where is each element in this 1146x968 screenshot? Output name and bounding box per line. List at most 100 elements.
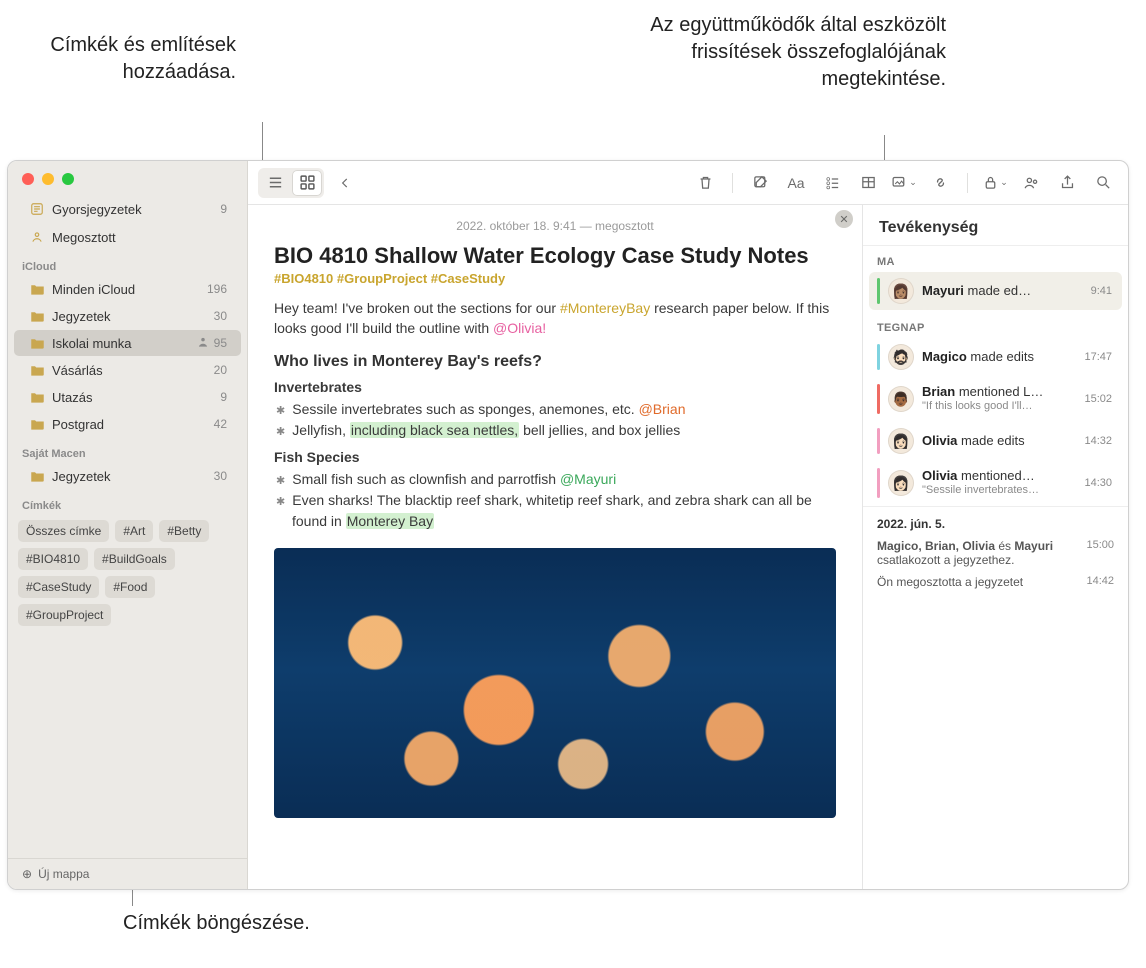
highlight: Monterey Bay bbox=[346, 513, 434, 529]
sidebar-item-folder[interactable]: Jegyzetek30 bbox=[14, 303, 241, 329]
sidebar-item-count: 30 bbox=[214, 309, 227, 323]
back-button[interactable] bbox=[330, 170, 360, 196]
activity-text: Magico made edits bbox=[922, 349, 1076, 365]
zoom-window-button[interactable] bbox=[62, 173, 74, 185]
media-button[interactable]: ⌄ bbox=[889, 170, 919, 196]
callout-tags-mentions: Címkék és említések hozzáadása. bbox=[16, 32, 236, 86]
delete-button[interactable] bbox=[690, 170, 720, 196]
sidebar-item-folder[interactable]: Postgrad42 bbox=[14, 411, 241, 437]
avatar: 👩🏻 bbox=[888, 428, 914, 454]
activity-text: Mayuri made ed… bbox=[922, 283, 1083, 299]
tag-chip[interactable]: Összes címke bbox=[18, 520, 109, 542]
sidebar-item-count: 9 bbox=[220, 390, 227, 404]
avatar: 👩🏽 bbox=[888, 278, 914, 304]
toolbar: Aa ⌄ ⌄ bbox=[248, 161, 1128, 205]
note-title: BIO 4810 Shallow Water Ecology Case Stud… bbox=[274, 243, 836, 269]
share-button[interactable] bbox=[1052, 170, 1082, 196]
table-button[interactable] bbox=[853, 170, 883, 196]
activity-time: 14:30 bbox=[1084, 477, 1112, 489]
tag-cloud: Összes címke #Art #Betty #BIO4810 #BuildGoal… bbox=[8, 514, 247, 632]
sidebar-section-local: Saját Macen bbox=[8, 438, 247, 462]
folder-icon bbox=[28, 283, 46, 295]
note-subheading: Invertebrates bbox=[274, 379, 836, 395]
sidebar-item-shared[interactable]: Megosztott bbox=[14, 224, 241, 250]
note-list: Sessile invertebrates such as sponges, a… bbox=[274, 399, 836, 441]
mention-olivia[interactable]: @Olivia! bbox=[493, 320, 546, 336]
close-activity-button[interactable]: ✕ bbox=[835, 210, 853, 228]
compose-button[interactable] bbox=[745, 170, 775, 196]
shared-badge-icon bbox=[196, 335, 214, 352]
sidebar-item-count: 20 bbox=[214, 363, 227, 377]
tag-chip[interactable]: #Food bbox=[105, 576, 155, 598]
note-editor[interactable]: 2022. október 18. 9:41 — megosztott BIO … bbox=[248, 205, 862, 889]
activity-row[interactable]: 👨🏾Brian mentioned L…"If this looks good … bbox=[869, 378, 1122, 420]
collaborate-button[interactable] bbox=[1016, 170, 1046, 196]
gallery-view-button[interactable] bbox=[292, 170, 322, 196]
note-intro: Hey team! I've broken out the sections f… bbox=[274, 298, 836, 339]
hashtag[interactable]: #MontereyBay bbox=[560, 300, 650, 316]
sidebar-item-label: Minden iCloud bbox=[52, 282, 207, 297]
sidebar-item-folder[interactable]: Iskolai munka95 bbox=[14, 330, 241, 356]
activity-row[interactable]: 👩🏽 Mayuri made ed… 9:41 bbox=[869, 272, 1122, 310]
note-list: Small fish such as clownfish and parrotf… bbox=[274, 469, 836, 532]
sidebar-item-folder[interactable]: Jegyzetek30 bbox=[14, 463, 241, 489]
folder-icon bbox=[28, 364, 46, 376]
mention-brian[interactable]: @Brian bbox=[639, 401, 686, 417]
sidebar-item-count: 95 bbox=[214, 336, 227, 350]
new-folder-label: Új mappa bbox=[38, 867, 89, 881]
callout-activity: Az együttműködők által eszközölt frissít… bbox=[596, 12, 946, 93]
view-switcher bbox=[258, 168, 324, 198]
link-button[interactable] bbox=[925, 170, 955, 196]
checklist-button[interactable] bbox=[817, 170, 847, 196]
note-subheading: Fish Species bbox=[274, 449, 836, 465]
sidebar-section-icloud: iCloud bbox=[8, 251, 247, 275]
sidebar-item-count: 196 bbox=[207, 282, 227, 296]
avatar: 👩🏻 bbox=[888, 470, 914, 496]
quicknotes-icon bbox=[28, 202, 46, 216]
mention-mayuri[interactable]: @Mayuri bbox=[560, 471, 616, 487]
activity-color-bar bbox=[877, 344, 880, 370]
tag-chip[interactable]: #BIO4810 bbox=[18, 548, 88, 570]
minimize-window-button[interactable] bbox=[42, 173, 54, 185]
tag-chip[interactable]: #Betty bbox=[159, 520, 209, 542]
main-pane: Aa ⌄ ⌄ 2022. október 18. 9:41 — megoszto… bbox=[248, 161, 1128, 889]
search-button[interactable] bbox=[1088, 170, 1118, 196]
sidebar-item-folder[interactable]: Vásárlás20 bbox=[14, 357, 241, 383]
activity-row[interactable]: 👩🏻Olivia mentioned…"Sessile invertebrate… bbox=[869, 462, 1122, 504]
sidebar-item-count: 42 bbox=[214, 417, 227, 431]
activity-time: 9:41 bbox=[1091, 285, 1112, 297]
tag-chip[interactable]: #BuildGoals bbox=[94, 548, 175, 570]
activity-footer: 2022. jún. 5. Magico, Brian, Olivia és M… bbox=[863, 506, 1128, 607]
notes-app-window: Gyorsjegyzetek 9 Megosztott iCloud Minde… bbox=[7, 160, 1129, 890]
sidebar-item-quicknotes[interactable]: Gyorsjegyzetek 9 bbox=[14, 196, 241, 222]
window-controls bbox=[8, 161, 247, 195]
close-window-button[interactable] bbox=[22, 173, 34, 185]
lock-button[interactable]: ⌄ bbox=[980, 170, 1010, 196]
sidebar-item-label: Postgrad bbox=[52, 417, 214, 432]
tag-chip[interactable]: #CaseStudy bbox=[18, 576, 99, 598]
sidebar-item-label: Utazás bbox=[52, 390, 220, 405]
highlight: including black sea nettles, bbox=[350, 422, 519, 438]
sidebar-item-label: Megosztott bbox=[52, 230, 227, 245]
list-view-button[interactable] bbox=[260, 170, 290, 196]
folder-icon bbox=[28, 337, 46, 349]
activity-panel: Tevékenység ✕ MA 👩🏽Mayuri made ed…9:41 T… bbox=[862, 205, 1128, 889]
sidebar-item-label: Jegyzetek bbox=[52, 309, 214, 324]
sidebar-section-tags: Címkék bbox=[8, 490, 247, 514]
activity-row[interactable]: 🧔🏻Magico made edits17:47 bbox=[869, 338, 1122, 376]
format-button[interactable]: Aa bbox=[781, 170, 811, 196]
sidebar-item-folder[interactable]: Utazás9 bbox=[14, 384, 241, 410]
activity-section-yesterday: TEGNAP bbox=[863, 312, 1128, 336]
tag-chip[interactable]: #GroupProject bbox=[18, 604, 111, 626]
sidebar-item-label: Gyorsjegyzetek bbox=[52, 202, 220, 217]
avatar: 👨🏾 bbox=[888, 386, 914, 412]
sidebar: Gyorsjegyzetek 9 Megosztott iCloud Minde… bbox=[8, 161, 248, 889]
note-tags: #BIO4810 #GroupProject #CaseStudy bbox=[274, 271, 836, 286]
tag-chip[interactable]: #Art bbox=[115, 520, 153, 542]
activity-row[interactable]: 👩🏻Olivia made edits14:32 bbox=[869, 422, 1122, 460]
new-folder-button[interactable]: ⊕ Új mappa bbox=[8, 858, 247, 889]
avatar: 🧔🏻 bbox=[888, 344, 914, 370]
sidebar-item-folder[interactable]: Minden iCloud196 bbox=[14, 276, 241, 302]
note-heading: Who lives in Monterey Bay's reefs? bbox=[274, 353, 836, 371]
activity-color-bar bbox=[877, 468, 880, 498]
